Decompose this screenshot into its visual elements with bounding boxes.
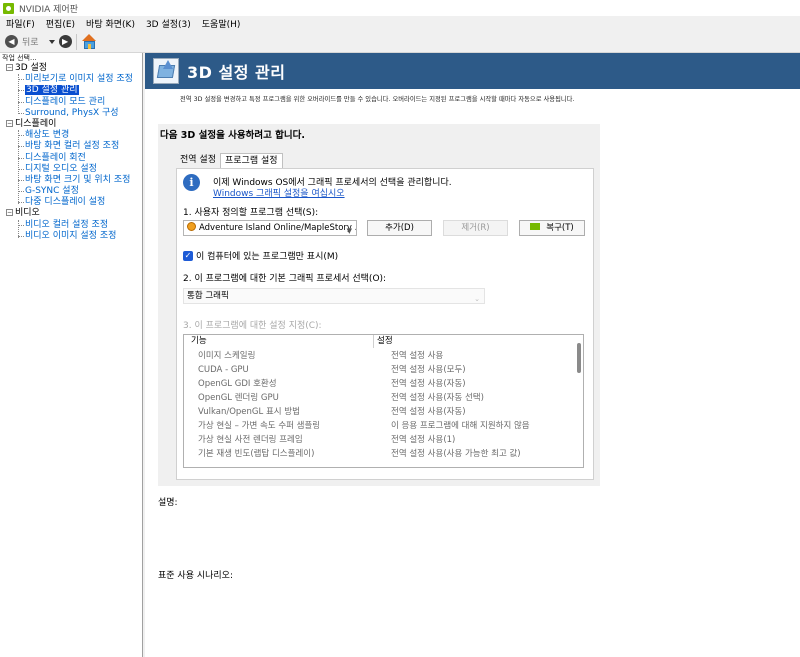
menu-3d-settings[interactable]: 3D 설정(3) — [140, 17, 196, 30]
tree-item-manage-3d[interactable]: 3D 설정 관리 — [0, 85, 142, 96]
menu-edit[interactable]: 편집(E) — [40, 17, 80, 30]
tree-item-video-image[interactable]: 비디오 이미지 설정 조정 — [0, 231, 142, 242]
program-settings-body: i 이제 Windows OS에서 그래픽 프로세서의 선택을 관리합니다. W… — [176, 168, 594, 480]
grid-header: 기능 설정 — [184, 335, 583, 348]
chevron-down-icon: ▼ — [346, 227, 352, 235]
table-row[interactable]: 기본 재생 빈도(랩탑 디스플레이) 전역 설정 사용(사용 가능한 최고 값) — [184, 447, 583, 461]
title-bar: NVIDIA 제어판 — [0, 0, 800, 16]
table-row[interactable]: 가상 현실 사전 렌더링 프레임 전역 설정 사용(1) — [184, 433, 583, 447]
collapse-icon[interactable]: − — [6, 209, 13, 217]
grid-header-setting: 설정 — [377, 336, 393, 346]
sidebar-header: 작업 선택... — [2, 54, 37, 62]
page-title: 3D 설정 관리 — [187, 63, 286, 82]
grid-header-divider — [373, 335, 374, 348]
task-sidebar: 작업 선택... −3D 설정 미리보기로 이미지 설정 조정 3D 설정 관리… — [0, 53, 143, 657]
show-only-installed-label: 이 컴퓨터에 있는 프로그램만 표시(M) — [196, 252, 339, 262]
program-settings-grid[interactable]: 기능 설정 이미지 스케일링 전역 설정 사용 CUDA - GPU 전역 설정 사… — [183, 334, 584, 468]
tree-item-preview-image[interactable]: 미리보기로 이미지 설정 조정 — [0, 74, 142, 85]
program-icon — [187, 222, 196, 231]
table-row[interactable]: OpenGL GDI 호환성 전역 설정 사용(자동) — [184, 377, 583, 391]
tree-category-3d[interactable]: −3D 설정 — [0, 63, 142, 74]
chevron-down-icon: ⌄ — [474, 295, 480, 303]
gpu-select[interactable]: 통합 그래픽 ⌄ — [183, 288, 485, 304]
tree-item-resolution[interactable]: 해상도 변경 — [0, 130, 142, 141]
tree-item-desktop-size[interactable]: 바탕 화면 크기 및 위치 조정 — [0, 175, 142, 186]
step1-label: 1. 사용자 정의할 프로그램 선택(S): — [183, 208, 319, 218]
table-row[interactable]: 이미지 스케일링 전역 설정 사용 — [184, 349, 583, 363]
back-arrow-icon[interactable]: ◀ — [5, 35, 18, 48]
table-row[interactable]: OpenGL 렌더링 GPU 전역 설정 사용(자동 선택) — [184, 391, 583, 405]
explanation-label: 설명: — [158, 498, 178, 508]
back-history-dropdown-icon[interactable] — [48, 39, 55, 44]
tree-category-video[interactable]: − 비디오 — [0, 208, 142, 219]
menu-desktop[interactable]: 바탕 화면(K) — [80, 17, 140, 30]
add-program-button[interactable]: 추가(D) — [367, 220, 432, 236]
tree-category-display[interactable]: − 디스플레이 — [0, 119, 142, 130]
back-button-label[interactable]: 뒤로 — [22, 35, 39, 48]
windows-graphics-settings-link[interactable]: Windows 그래픽 설정을 여십시오 — [213, 186, 345, 199]
tree-item-gsync[interactable]: G-SYNC 설정 — [0, 186, 142, 197]
grid-header-feature: 기능 — [191, 336, 207, 346]
table-row[interactable]: 가상 현실 – 가변 속도 수퍼 샘플링 이 응용 프로그램에 대해 지원하지 않… — [184, 419, 583, 433]
toolbar-separator — [75, 33, 77, 50]
task-tree: −3D 설정 미리보기로 이미지 설정 조정 3D 설정 관리 디스플레이 모드… — [0, 63, 142, 242]
grid-scrollbar[interactable] — [577, 343, 581, 373]
tree-item-surround-physx[interactable]: Surround, PhysX 구성 — [0, 108, 142, 119]
3d-settings-icon — [153, 58, 179, 84]
window-title: NVIDIA 제어판 — [19, 4, 78, 15]
step3-label: 3. 이 프로그램에 대한 설정 지정(C): — [183, 321, 322, 331]
menu-help[interactable]: 도움말(H) — [196, 17, 246, 30]
settings-panel: 다음 3D 설정을 사용하려고 합니다. 전역 설정 프로그램 설정 i 이제 … — [158, 124, 600, 486]
step2-label: 2. 이 프로그램에 대한 기본 그래픽 프로세서 선택(O): — [183, 274, 387, 284]
tree-item-desktop-color[interactable]: 바탕 화면 컬러 설정 조정 — [0, 141, 142, 152]
settings-tabs: 전역 설정 프로그램 설정 — [176, 153, 283, 168]
tree-item-display-mode[interactable]: 디스플레이 모드 관리 — [0, 97, 142, 108]
restore-button[interactable]: 복구(T) — [519, 220, 585, 236]
collapse-icon[interactable]: − — [6, 64, 13, 71]
tab-global-settings[interactable]: 전역 설정 — [176, 153, 220, 168]
nvidia-logo-icon — [530, 223, 541, 230]
main-content: 3D 설정 관리 전역 3D 설정을 변경하고 특정 프로그램을 위한 오버라이… — [145, 53, 800, 657]
remove-program-button[interactable]: 제거(R) — [443, 220, 508, 236]
collapse-icon[interactable]: − — [6, 119, 13, 127]
program-select-value: Adventure Island Online/MapleStory ... — [199, 223, 357, 233]
table-row[interactable]: Vulkan/OpenGL 표시 방법 전역 설정 사용(자동) — [184, 405, 583, 419]
tree-item-digital-audio[interactable]: 디지털 오디오 설정 — [0, 164, 142, 175]
tree-item-multi-display[interactable]: 다중 디스플레이 설정 — [0, 197, 142, 208]
tab-program-settings[interactable]: 프로그램 설정 — [219, 153, 283, 168]
gpu-select-value: 통합 그래픽 — [187, 291, 229, 301]
table-row[interactable]: CUDA - GPU 전역 설정 사용(모두) — [184, 363, 583, 377]
tree-item-rotate-display[interactable]: 디스플레이 회전 — [0, 153, 142, 164]
menu-bar: 파일(F) 편집(E) 바탕 화면(K) 3D 설정(3) 도움말(H) — [0, 16, 800, 31]
tree-item-video-color[interactable]: 비디오 컬러 설정 조정 — [0, 220, 142, 231]
home-icon[interactable] — [81, 34, 97, 49]
panel-heading: 다음 3D 설정을 사용하려고 합니다. — [160, 130, 305, 141]
page-description: 전역 3D 설정을 변경하고 특정 프로그램을 위한 오버라이드를 만들 수 있… — [180, 96, 575, 103]
nvidia-logo-icon — [3, 2, 14, 14]
toolbar: ◀ 뒤로 ▶ — [0, 31, 800, 53]
page-banner: 3D 설정 관리 — [145, 53, 800, 89]
menu-file[interactable]: 파일(F) — [0, 17, 40, 30]
forward-arrow-icon[interactable]: ▶ — [58, 35, 72, 48]
show-only-installed-row[interactable]: ✓ 이 컴퓨터에 있는 프로그램만 표시(M) — [183, 249, 338, 262]
usage-scenario-label: 표준 사용 시나리오: — [158, 571, 233, 581]
program-select[interactable]: Adventure Island Online/MapleStory ... ▼ — [183, 220, 357, 236]
show-only-installed-checkbox[interactable]: ✓ — [183, 250, 193, 261]
info-icon: i — [183, 174, 200, 191]
